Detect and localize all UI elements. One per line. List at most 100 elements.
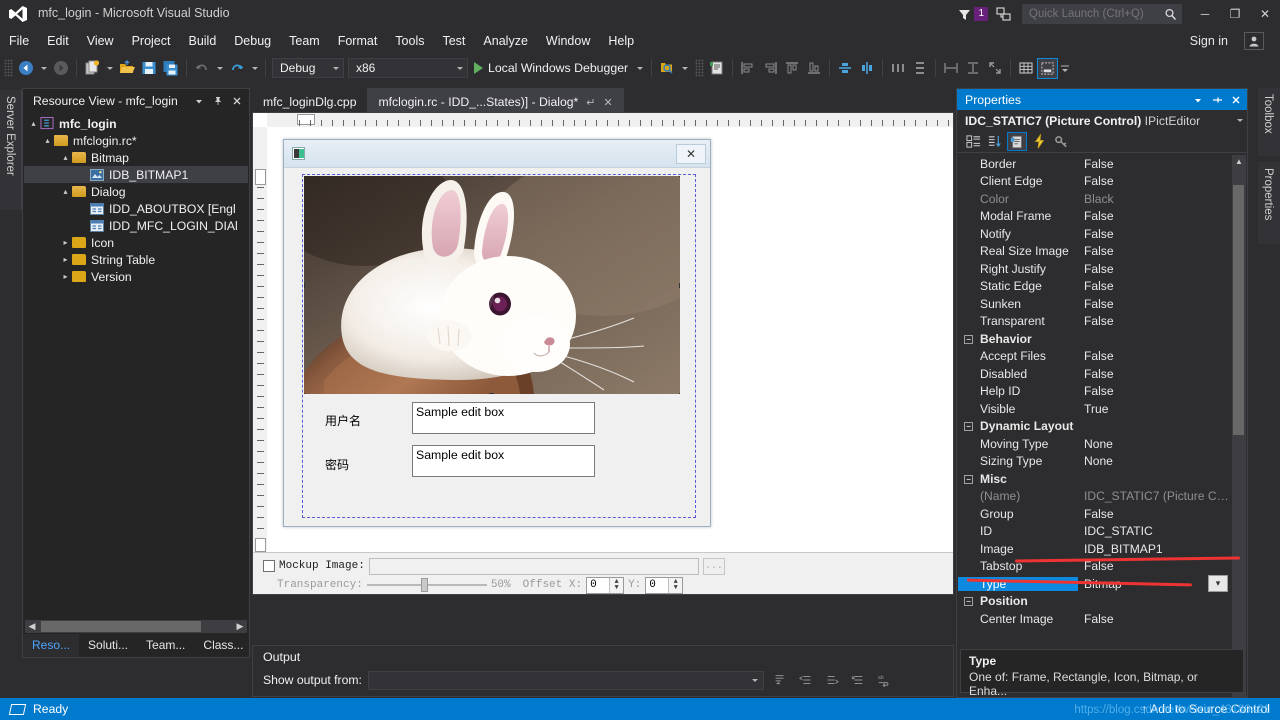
- sign-in-link[interactable]: Sign in: [1190, 34, 1228, 48]
- feedback-icon[interactable]: [996, 6, 1012, 22]
- property-value[interactable]: False: [1078, 384, 1246, 398]
- menu-window[interactable]: Window: [537, 31, 599, 51]
- space-across-icon[interactable]: [887, 57, 909, 79]
- tree-item-icon-folder[interactable]: ▸ Icon: [24, 234, 248, 251]
- property-value[interactable]: IDC_STATIC7 (Picture C…: [1078, 489, 1246, 503]
- property-value[interactable]: False: [1078, 612, 1246, 626]
- align-tops-icon[interactable]: [781, 57, 803, 79]
- close-icon[interactable]: ✕: [604, 96, 613, 109]
- expander-icon[interactable]: ▴: [60, 153, 71, 162]
- new-project-dropdown[interactable]: [103, 57, 116, 79]
- properties-page-icon[interactable]: [1007, 132, 1027, 151]
- property-value[interactable]: None: [1078, 454, 1246, 468]
- navigate-forward-button[interactable]: [50, 57, 72, 79]
- solution-configuration-combo[interactable]: Debug: [272, 58, 344, 78]
- property-row[interactable]: Disabled False: [958, 365, 1246, 383]
- chevron-down-icon[interactable]: [1237, 119, 1243, 122]
- properties-grid-scrollbar[interactable]: ▲ ▼: [1232, 155, 1246, 718]
- quick-launch-input[interactable]: [1023, 8, 1158, 20]
- property-row[interactable]: Notify False: [958, 225, 1246, 243]
- property-row[interactable]: Moving Type None: [958, 435, 1246, 453]
- quick-launch-box[interactable]: [1022, 4, 1182, 24]
- chevron-down-icon[interactable]: ▾: [1208, 575, 1228, 592]
- property-value[interactable]: False: [1078, 244, 1246, 258]
- toggle-word-wrap-icon[interactable]: ab: [874, 670, 894, 690]
- toolbar-grip[interactable]: [695, 59, 705, 77]
- property-value[interactable]: False: [1078, 314, 1246, 328]
- resize-handle-w[interactable]: [304, 283, 305, 288]
- dialog-designer-canvas[interactable]: ✕ 用户名 Sample edit box 密码 Sample edit box…: [252, 112, 954, 595]
- collapse-icon[interactable]: −: [964, 597, 973, 607]
- property-row[interactable]: Sunken False: [958, 295, 1246, 313]
- test-dialog-icon[interactable]: [1037, 57, 1059, 79]
- tab-server-explorer[interactable]: Server Explorer: [0, 90, 22, 210]
- tab-properties[interactable]: Properties: [1258, 162, 1280, 244]
- expander-icon[interactable]: ▸: [60, 255, 71, 264]
- property-value[interactable]: None: [1078, 437, 1246, 451]
- offset-x-spin-arrows[interactable]: ▲ ▼: [609, 577, 624, 593]
- scrollbar-thumb[interactable]: [41, 621, 201, 632]
- property-category-dynamic-layout[interactable]: − Dynamic Layout: [958, 417, 1246, 435]
- resize-handle-nw[interactable]: [304, 176, 305, 177]
- property-value[interactable]: False: [1078, 279, 1246, 293]
- undo-icon[interactable]: [191, 57, 213, 79]
- make-same-height-icon[interactable]: [962, 57, 984, 79]
- menu-tools[interactable]: Tools: [386, 31, 433, 51]
- search-icon[interactable]: [1164, 8, 1177, 21]
- resize-handle-ne[interactable]: [679, 176, 680, 177]
- menu-view[interactable]: View: [78, 31, 123, 51]
- property-row[interactable]: Border False: [958, 155, 1246, 173]
- property-row[interactable]: Group False: [958, 505, 1246, 523]
- scrollbar-thumb[interactable]: [1233, 185, 1244, 435]
- redo-dropdown[interactable]: [248, 57, 261, 79]
- open-folder-icon[interactable]: [116, 57, 138, 79]
- property-value[interactable]: False: [1078, 227, 1246, 241]
- tab-class-view[interactable]: Class...: [194, 634, 252, 657]
- property-row[interactable]: Sizing Type None: [958, 453, 1246, 471]
- property-row[interactable]: ID IDC_STATIC: [958, 523, 1246, 541]
- align-lefts-icon[interactable]: [737, 57, 759, 79]
- expander-icon[interactable]: ▸: [60, 238, 71, 247]
- show-output-from-combo[interactable]: [367, 670, 764, 690]
- property-value[interactable]: False: [1078, 174, 1246, 188]
- space-down-icon[interactable]: [909, 57, 931, 79]
- resize-handle-e[interactable]: [679, 283, 680, 288]
- make-same-width-icon[interactable]: [940, 57, 962, 79]
- dialog-close-button[interactable]: ✕: [676, 143, 706, 164]
- resize-handle-n[interactable]: [489, 176, 494, 177]
- menu-team[interactable]: Team: [280, 31, 329, 51]
- menu-edit[interactable]: Edit: [38, 31, 78, 51]
- menu-analyze[interactable]: Analyze: [474, 31, 536, 51]
- close-button[interactable]: ✕: [1250, 0, 1280, 28]
- solution-platform-combo[interactable]: x86: [348, 58, 468, 78]
- resize-handle-se[interactable]: [679, 393, 680, 394]
- collapse-icon[interactable]: −: [964, 422, 973, 432]
- menu-build[interactable]: Build: [179, 31, 225, 51]
- expander-icon[interactable]: ▴: [60, 187, 71, 196]
- tree-item-bitmap-folder[interactable]: ▴ Bitmap: [24, 149, 248, 166]
- tab-resource-view[interactable]: Reso...: [23, 634, 80, 657]
- tree-item-idd-mfc-login-dialog[interactable]: IDD_MFC_LOGIN_DIAl: [24, 217, 248, 234]
- chevron-down-icon[interactable]: [1190, 92, 1206, 108]
- clear-all-icon[interactable]: [848, 670, 868, 690]
- close-icon[interactable]: [229, 93, 245, 109]
- tab-toolbox[interactable]: Toolbox: [1258, 88, 1280, 156]
- property-row[interactable]: Client Edge False: [958, 173, 1246, 191]
- tree-item-idb-bitmap1[interactable]: IDB_BITMAP1: [24, 166, 248, 183]
- property-value[interactable]: False: [1078, 262, 1246, 276]
- scroll-right-arrow-icon[interactable]: ▶: [233, 621, 247, 632]
- tab-team-explorer[interactable]: Team...: [137, 634, 194, 657]
- scroll-up-arrow-icon[interactable]: ▲: [1232, 155, 1246, 169]
- mockup-image-browse-button[interactable]: ...: [702, 557, 725, 575]
- property-value[interactable]: IDB_BITMAP1: [1078, 542, 1246, 556]
- property-category-behavior[interactable]: − Behavior: [958, 330, 1246, 348]
- properties-window-icon[interactable]: [706, 57, 728, 79]
- property-row[interactable]: Right Justify False: [958, 260, 1246, 278]
- navigate-backward-button[interactable]: [15, 57, 37, 79]
- save-icon[interactable]: [138, 57, 160, 79]
- resource-tree[interactable]: ▴ mfc_login ▴ mfclogin.rc* ▴ Bitmap IDB_…: [24, 115, 248, 617]
- property-row[interactable]: Center Image False: [958, 610, 1246, 628]
- undo-dropdown[interactable]: [213, 57, 226, 79]
- pin-icon[interactable]: [210, 93, 226, 109]
- notifications-indicator[interactable]: 1: [958, 7, 988, 21]
